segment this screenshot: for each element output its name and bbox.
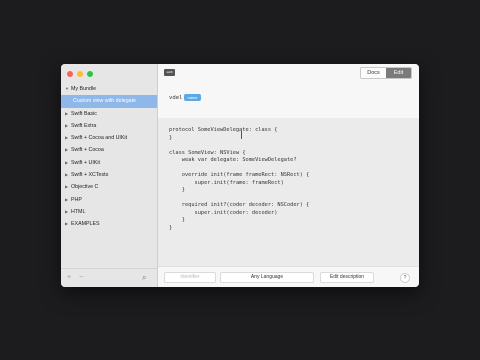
- remove-icon[interactable]: −: [79, 273, 83, 282]
- sidebar-item-label: HTML: [71, 208, 86, 215]
- sidebar-item[interactable]: ▶ PHP: [61, 194, 157, 206]
- add-icon[interactable]: +: [67, 273, 71, 282]
- help-button[interactable]: ?: [400, 273, 410, 283]
- sidebar-item-label: Custom view with delegate: [73, 98, 137, 105]
- editor-footer: Identifier Any Language Edit description…: [158, 266, 419, 287]
- close-window-button[interactable]: [67, 71, 73, 77]
- abbreviation-row: vdel name: [169, 94, 201, 101]
- edit-tab[interactable]: Edit: [386, 68, 411, 78]
- code-text[interactable]: protocol SomeViewDelegate: class { } cla…: [169, 127, 419, 232]
- sidebar-item[interactable]: ▶ Objective C: [61, 181, 157, 193]
- language-badge: swift: [164, 69, 175, 76]
- sidebar-item[interactable]: ▶ Swift + UIKit: [61, 157, 157, 169]
- window-controls: [67, 71, 93, 77]
- identifier-field[interactable]: Identifier: [164, 272, 216, 283]
- snippet-tree: ▼ My Bundle Custom view with delegate ▶ Swif…: [61, 83, 157, 231]
- language-select[interactable]: Any Language: [220, 272, 314, 283]
- abbreviation-field[interactable]: vdel: [169, 95, 182, 101]
- editor-header: swift Docs Edit vdel name: [158, 64, 419, 118]
- edit-description-button[interactable]: Edit description: [320, 272, 374, 283]
- sidebar-item-label: My Bundle: [71, 86, 97, 92]
- sidebar-item[interactable]: ▶ Swift Extra: [61, 120, 157, 132]
- sidebar-item[interactable]: ▶ Swift + Cocoa and UIKit: [61, 132, 157, 144]
- sidebar-item-label: Swift + Cocoa and UIKit: [71, 135, 128, 142]
- mode-segmented-control: Docs Edit: [360, 67, 412, 79]
- code-editor[interactable]: protocol SomeViewDelegate: class { } cla…: [158, 118, 419, 267]
- text-cursor: [241, 131, 242, 139]
- sidebar-item[interactable]: ▶ Swift + Cocoa: [61, 144, 157, 156]
- sidebar-item[interactable]: ▶ Swift + XCTests: [61, 169, 157, 181]
- sidebar-item-label: Swift + Cocoa: [71, 147, 104, 154]
- sidebar-item-label: Swift + XCTests: [71, 172, 109, 179]
- search-icon[interactable]: ⌕: [142, 273, 146, 282]
- app-window: ▼ My Bundle Custom view with delegate ▶ Swif…: [61, 64, 419, 287]
- maximize-window-button[interactable]: [87, 71, 93, 77]
- placeholder-token[interactable]: name: [184, 94, 201, 101]
- snippet-editor: swift Docs Edit vdel name protocol SomeV…: [158, 64, 419, 287]
- sidebar-toolbar: + − ⌕: [61, 268, 157, 287]
- sidebar-item[interactable]: Custom view with delegate: [61, 95, 157, 108]
- docs-tab[interactable]: Docs: [361, 68, 386, 78]
- sidebar-item-label: Swift Basic: [71, 110, 97, 117]
- minimize-window-button[interactable]: [77, 71, 83, 77]
- sidebar-item-label: Swift Extra: [71, 122, 97, 129]
- sidebar-item-label: PHP: [71, 196, 82, 203]
- sidebar: ▼ My Bundle Custom view with delegate ▶ Swif…: [61, 64, 158, 287]
- sidebar-item[interactable]: ▶ EXAMPLES: [61, 218, 157, 230]
- sidebar-item[interactable]: ▶ HTML: [61, 206, 157, 218]
- sidebar-item[interactable]: ▼ My Bundle: [61, 83, 157, 95]
- sidebar-item-label: EXAMPLES: [71, 221, 100, 228]
- sidebar-item[interactable]: ▶ Swift Basic: [61, 108, 157, 120]
- sidebar-item-label: Swift + UIKit: [71, 159, 100, 166]
- sidebar-item-label: Objective C: [71, 184, 99, 191]
